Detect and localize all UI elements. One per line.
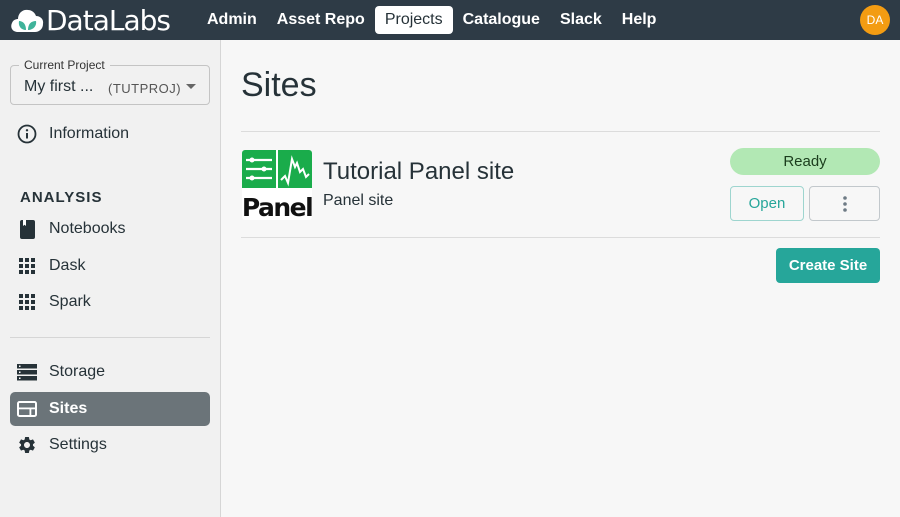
nav-help[interactable]: Help (612, 6, 667, 34)
gear-icon (17, 435, 37, 455)
app-name: DataLabs (46, 3, 171, 37)
section-title-analysis: ANALYSIS (20, 189, 103, 206)
more-vert-icon (842, 195, 847, 212)
sidebar-item-label: Settings (49, 436, 107, 453)
sidebar-item-label: Storage (49, 363, 106, 380)
sidebar-item-label: Dask (49, 257, 86, 274)
nav-projects[interactable]: Projects (374, 6, 453, 34)
page-title: Sites (241, 66, 317, 104)
site-type: Panel site (323, 192, 394, 209)
datalabs-logo[interactable]: DataLabs (10, 3, 171, 37)
grid-icon (17, 256, 37, 276)
sidebar-item-settings[interactable]: Settings (10, 428, 210, 462)
project-key: (TUTPROJ) (108, 81, 182, 96)
sidebar-item-information[interactable]: Information (10, 117, 210, 151)
top-bar: DataLabs Admin Asset Repo Projects Catal… (0, 0, 900, 40)
create-site-button[interactable]: Create Site (776, 248, 880, 283)
sidebar-item-label: Sites (49, 400, 88, 417)
storage-icon (17, 362, 37, 382)
chevron-down-icon (186, 84, 196, 89)
divider (241, 131, 880, 132)
nav-asset-repo[interactable]: Asset Repo (267, 6, 375, 34)
sidebar-divider (10, 337, 210, 338)
svg-text:Panel: Panel (242, 193, 312, 220)
sidebar-item-sites[interactable]: Sites (10, 392, 210, 426)
notebook-icon (17, 219, 37, 239)
nav-slack[interactable]: Slack (550, 6, 612, 34)
sidebar: Current Project My first ... (TUTPROJ) I… (0, 40, 221, 517)
more-options-button[interactable] (809, 186, 880, 221)
sidebar-item-label: Notebooks (49, 220, 126, 237)
panel-logo: Panel (242, 150, 312, 220)
project-selector-label: Current Project (19, 58, 110, 72)
site-title: Tutorial Panel site (323, 158, 515, 185)
sidebar-item-label: Information (49, 125, 130, 142)
user-avatar[interactable]: DA (860, 5, 890, 35)
open-site-button[interactable]: Open (730, 186, 804, 221)
cloud-leaf-icon (11, 9, 44, 33)
main-nav: Admin Asset Repo Projects Catalogue Slac… (197, 6, 666, 34)
status-badge: Ready (730, 148, 880, 175)
sidebar-item-label: Spark (49, 293, 91, 310)
grid-icon (17, 292, 37, 312)
sidebar-item-spark[interactable]: Spark (10, 285, 210, 319)
nav-admin[interactable]: Admin (197, 6, 267, 34)
sidebar-item-notebooks[interactable]: Notebooks (10, 212, 210, 246)
nav-catalogue[interactable]: Catalogue (453, 6, 550, 34)
sidebar-item-storage[interactable]: Storage (10, 355, 210, 389)
project-name: My first ... (24, 78, 94, 95)
project-selector[interactable]: Current Project My first ... (TUTPROJ) (10, 58, 210, 105)
web-icon (17, 399, 37, 419)
divider (241, 237, 880, 238)
info-icon (17, 124, 37, 144)
sidebar-item-dask[interactable]: Dask (10, 249, 210, 283)
